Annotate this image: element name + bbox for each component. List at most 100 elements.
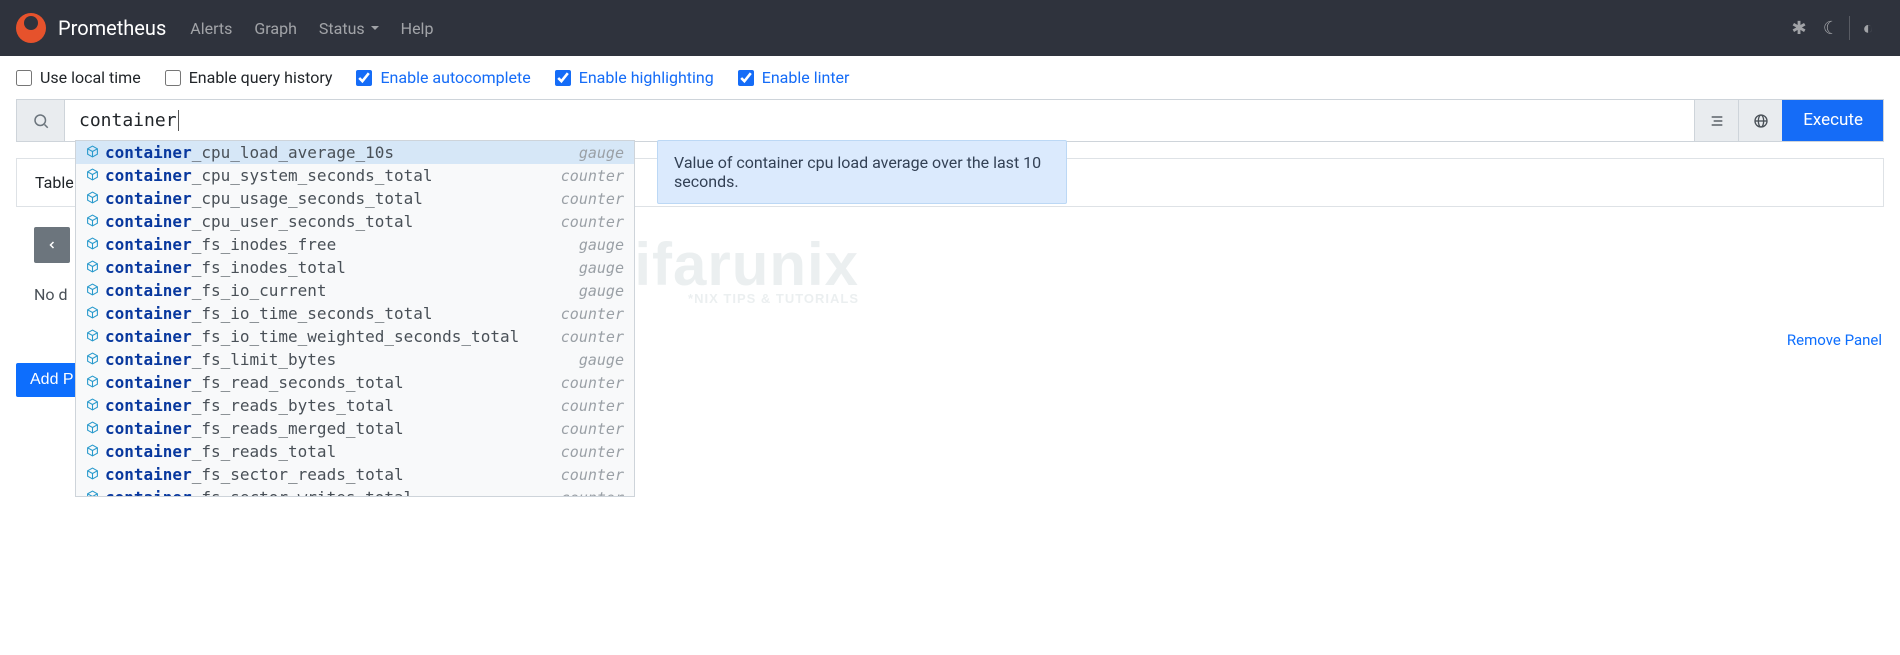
ac-item[interactable]: container_fs_read_seconds_totalcounter: [76, 371, 634, 394]
checkbox-enable-autocomplete[interactable]: [356, 70, 372, 86]
ac-item[interactable]: container_cpu_load_average_10sgauge: [76, 141, 634, 164]
ac-item-type: counter: [555, 305, 624, 323]
metric-cube-icon: [86, 351, 99, 369]
ac-item[interactable]: container_fs_reads_bytes_totalcounter: [76, 394, 634, 417]
ac-item-type: gauge: [573, 144, 624, 162]
ac-item-type: counter: [555, 213, 624, 231]
dark-mode-moon-icon[interactable]: ☾: [1815, 12, 1847, 44]
metric-cube-icon: [86, 190, 99, 208]
label-enable-autocomplete: Enable autocomplete: [380, 68, 530, 87]
metric-cube-icon: [86, 443, 99, 461]
ac-item-type: counter: [555, 167, 624, 185]
nav-help[interactable]: Help: [401, 19, 434, 38]
ac-item-name: container_cpu_load_average_10s: [105, 143, 573, 162]
globe-metrics-explorer-icon[interactable]: [1738, 100, 1782, 141]
ac-item-name: container_cpu_system_seconds_total: [105, 166, 555, 185]
prev-page-button[interactable]: [34, 227, 70, 263]
settings-gear-icon[interactable]: ✱: [1783, 12, 1815, 44]
ac-item-name: container_fs_inodes_free: [105, 235, 573, 254]
label-enable-query-history: Enable query history: [189, 68, 333, 87]
checkbox-enable-linter[interactable]: [738, 70, 754, 86]
ac-item[interactable]: container_cpu_usage_seconds_totalcounter: [76, 187, 634, 210]
ac-item-type: gauge: [573, 351, 624, 369]
autocomplete-scroll-area[interactable]: container_cpu_load_average_10sgaugeconta…: [76, 141, 634, 496]
format-query-icon[interactable]: [1694, 100, 1738, 141]
metric-cube-icon: [86, 305, 99, 323]
ac-item-name: container_fs_reads_merged_total: [105, 419, 555, 438]
brand-text: Prometheus: [58, 16, 166, 40]
ac-item-type: counter: [555, 489, 624, 497]
nav-status[interactable]: Status: [319, 19, 379, 38]
ac-item[interactable]: container_fs_sector_reads_totalcounter: [76, 463, 634, 486]
ac-item-name: container_cpu_usage_seconds_total: [105, 189, 555, 208]
nav-alerts[interactable]: Alerts: [190, 19, 232, 38]
metric-cube-icon: [86, 236, 99, 254]
nav-right-icons: ✱ ☾ ◐: [1783, 12, 1884, 44]
checkbox-enable-query-history[interactable]: [165, 70, 181, 86]
opt-use-local-time[interactable]: Use local time: [16, 68, 141, 87]
metric-cube-icon: [86, 282, 99, 300]
label-use-local-time: Use local time: [40, 68, 141, 87]
nav-graph[interactable]: Graph: [254, 19, 297, 38]
ac-item-type: counter: [555, 420, 624, 438]
query-right-buttons: Execute: [1694, 100, 1883, 141]
opt-enable-query-history[interactable]: Enable query history: [165, 68, 333, 87]
ac-item-name: container_fs_io_time_weighted_seconds_to…: [105, 327, 555, 346]
execute-button[interactable]: Execute: [1782, 100, 1883, 141]
ac-item[interactable]: container_fs_io_time_weighted_seconds_to…: [76, 325, 634, 348]
ac-item-type: counter: [555, 328, 624, 346]
remove-panel-link[interactable]: Remove Panel: [1787, 331, 1882, 349]
ac-item-name: container_fs_reads_bytes_total: [105, 396, 555, 415]
ac-item[interactable]: container_cpu_user_seconds_totalcounter: [76, 210, 634, 233]
opt-enable-autocomplete[interactable]: Enable autocomplete: [356, 68, 530, 87]
ac-item-name: container_fs_io_current: [105, 281, 573, 300]
prometheus-logo-icon: [16, 13, 46, 43]
ac-item[interactable]: container_fs_limit_bytesgauge: [76, 348, 634, 371]
no-data-label: No d: [34, 285, 68, 304]
ac-item[interactable]: container_fs_reads_merged_totalcounter: [76, 417, 634, 440]
nav-divider: [1849, 16, 1850, 40]
ac-item[interactable]: container_fs_io_time_seconds_totalcounte…: [76, 302, 634, 325]
tab-table[interactable]: Table: [35, 173, 74, 192]
ac-item-type: gauge: [573, 236, 624, 254]
nav-links: Alerts Graph Status Help: [190, 19, 433, 38]
label-enable-highlighting: Enable highlighting: [579, 68, 714, 87]
ac-item-type: gauge: [573, 259, 624, 277]
ac-item[interactable]: container_fs_reads_totalcounter: [76, 440, 634, 463]
metric-cube-icon: [86, 167, 99, 185]
ac-item-type: counter: [555, 443, 624, 461]
ac-item-type: counter: [555, 397, 624, 415]
brand[interactable]: Prometheus: [16, 13, 166, 43]
opt-enable-linter[interactable]: Enable linter: [738, 68, 850, 87]
contrast-toggle-icon[interactable]: ◐: [1852, 12, 1884, 44]
ac-item-type: counter: [555, 374, 624, 392]
metric-cube-icon: [86, 259, 99, 277]
metric-cube-icon: [86, 420, 99, 438]
metric-cube-icon: [86, 489, 99, 497]
checkbox-enable-highlighting[interactable]: [555, 70, 571, 86]
ac-item-name: container_fs_io_time_seconds_total: [105, 304, 555, 323]
ac-item[interactable]: container_fs_inodes_totalgauge: [76, 256, 634, 279]
ac-item[interactable]: container_cpu_system_seconds_totalcounte…: [76, 164, 634, 187]
caret-down-icon: [371, 26, 379, 30]
top-navbar: Prometheus Alerts Graph Status Help ✱ ☾ …: [0, 0, 1900, 56]
metric-cube-icon: [86, 328, 99, 346]
label-enable-linter: Enable linter: [762, 68, 850, 87]
metric-cube-icon: [86, 397, 99, 415]
opt-enable-highlighting[interactable]: Enable highlighting: [555, 68, 714, 87]
expression-input[interactable]: container​: [65, 100, 1694, 141]
ac-item-type: counter: [555, 190, 624, 208]
metric-cube-icon: [86, 374, 99, 392]
ac-item[interactable]: container_fs_sector_writes_totalcounter: [76, 486, 634, 496]
checkbox-use-local-time[interactable]: [16, 70, 32, 86]
query-row: container​ Execute container_cpu_load_av…: [16, 99, 1884, 142]
metric-cube-icon: [86, 466, 99, 484]
ac-item[interactable]: container_fs_inodes_freegauge: [76, 233, 634, 256]
metric-help-tooltip: Value of container cpu load average over…: [657, 140, 1067, 204]
options-bar: Use local time Enable query history Enab…: [0, 56, 1900, 99]
ac-item[interactable]: container_fs_io_currentgauge: [76, 279, 634, 302]
ac-item-name: container_fs_limit_bytes: [105, 350, 573, 369]
search-icon: [17, 100, 65, 141]
ac-item-name: container_fs_inodes_total: [105, 258, 573, 277]
ac-item-name: container_fs_reads_total: [105, 442, 555, 461]
